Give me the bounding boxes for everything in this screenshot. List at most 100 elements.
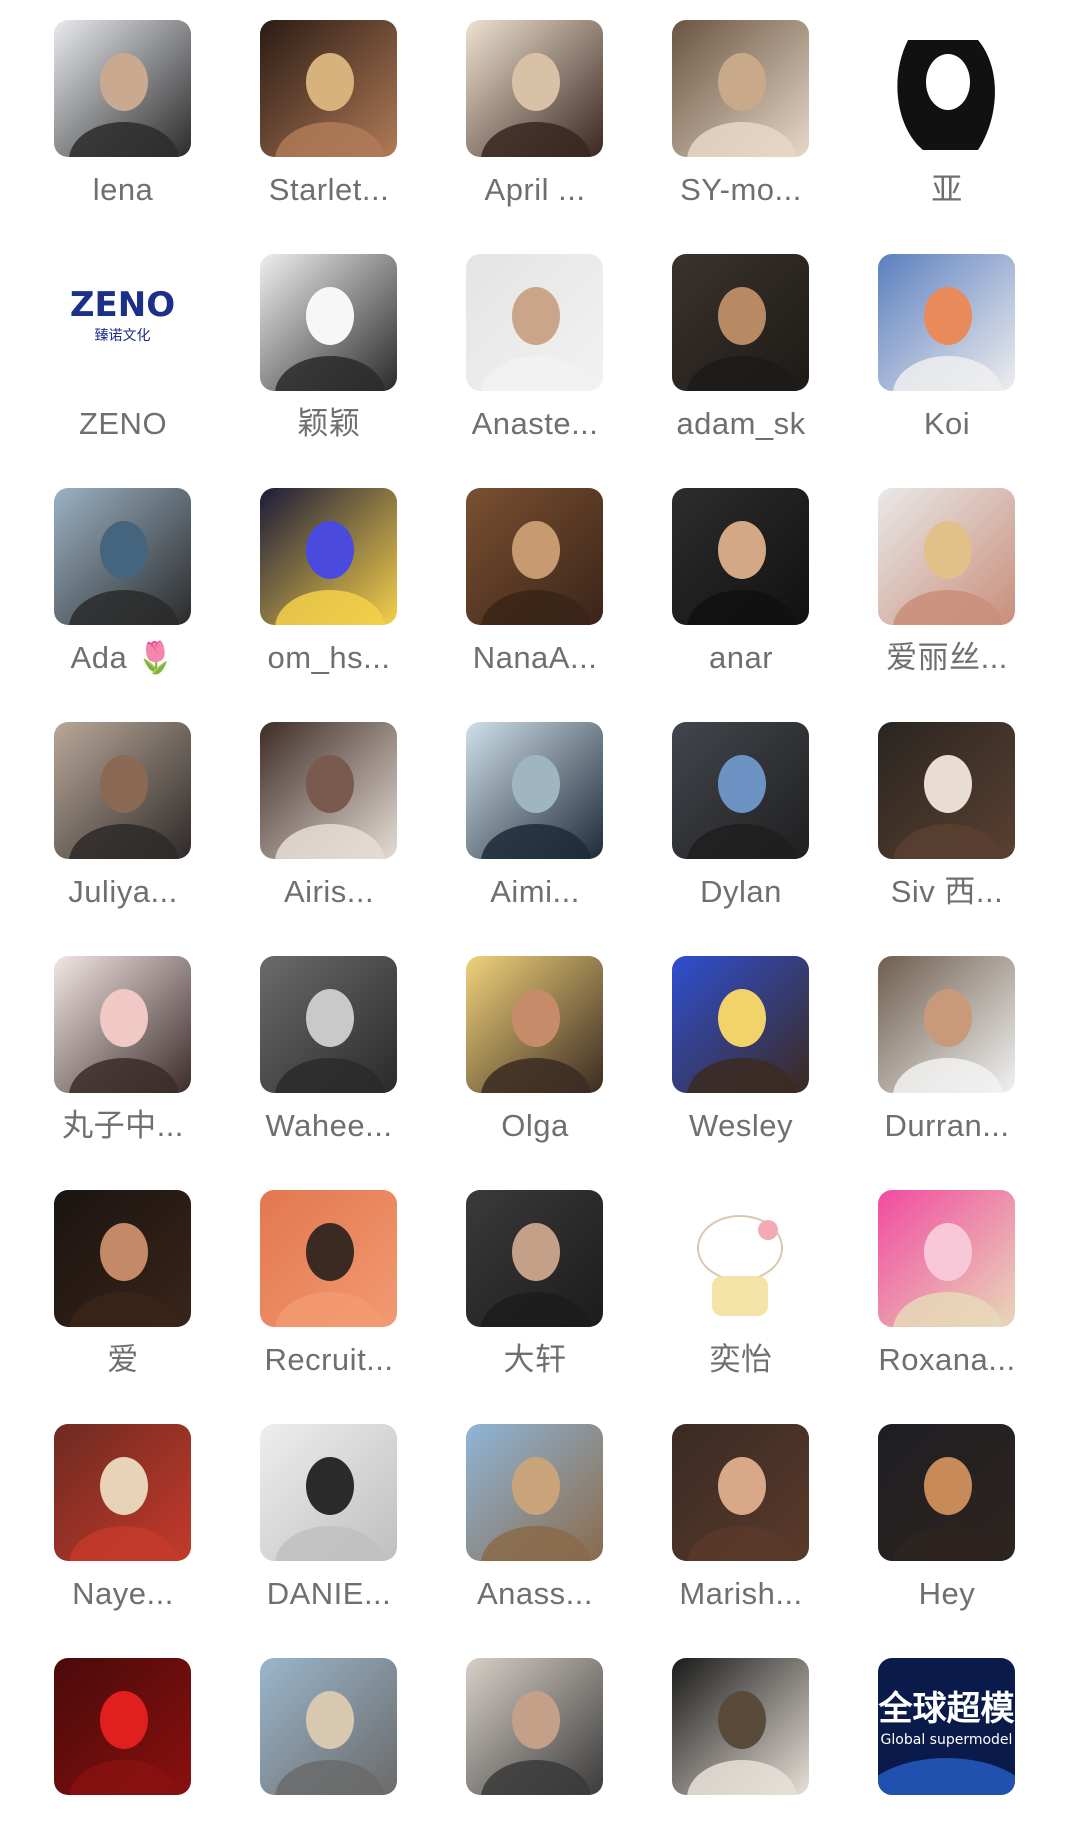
avatar[interactable] bbox=[54, 1424, 191, 1561]
avatar[interactable] bbox=[466, 1658, 603, 1795]
avatar[interactable] bbox=[672, 488, 809, 625]
contact-item[interactable] bbox=[20, 1638, 226, 1838]
avatar[interactable] bbox=[466, 488, 603, 625]
contact-name: Starlet... bbox=[226, 170, 432, 210]
avatar[interactable] bbox=[466, 254, 603, 391]
contact-item[interactable]: Airis... bbox=[226, 702, 432, 909]
contact-name-text: Aimi... bbox=[490, 874, 580, 909]
contact-item[interactable]: Siv 西... bbox=[844, 702, 1050, 909]
contact-item[interactable]: anar bbox=[638, 468, 844, 675]
contact-item[interactable]: ZENO 臻诺文化 ZENO bbox=[20, 234, 226, 441]
contact-item[interactable]: adam_sk bbox=[638, 234, 844, 441]
avatar[interactable] bbox=[878, 1424, 1015, 1561]
avatar[interactable] bbox=[466, 722, 603, 859]
contact-item[interactable]: Starlet... bbox=[226, 0, 432, 207]
avatar[interactable] bbox=[54, 1190, 191, 1327]
avatar[interactable] bbox=[260, 1424, 397, 1561]
avatar[interactable] bbox=[466, 20, 603, 157]
contact-name-text: DANIE... bbox=[266, 1576, 392, 1611]
avatar[interactable] bbox=[672, 254, 809, 391]
contact-item[interactable]: Ada 🌷 bbox=[20, 468, 226, 675]
contact-item[interactable]: Olga bbox=[432, 936, 638, 1143]
contact-name: Dylan bbox=[638, 872, 844, 912]
avatar[interactable] bbox=[672, 956, 809, 1093]
contact-item[interactable]: Roxana... bbox=[844, 1170, 1050, 1377]
contact-name-text: adam_sk bbox=[676, 406, 806, 441]
contact-name-text: Naye... bbox=[72, 1576, 174, 1611]
avatar[interactable] bbox=[260, 956, 397, 1093]
avatar[interactable] bbox=[54, 956, 191, 1093]
contact-item[interactable]: Recruit... bbox=[226, 1170, 432, 1377]
avatar[interactable] bbox=[260, 488, 397, 625]
contact-name-text: Starlet... bbox=[268, 172, 390, 207]
contact-name-text: Wesley bbox=[688, 1108, 794, 1143]
contact-item[interactable]: DANIE... bbox=[226, 1404, 432, 1611]
avatar[interactable] bbox=[54, 20, 191, 157]
avatar[interactable] bbox=[54, 488, 191, 625]
contact-name-text: Juliya... bbox=[68, 874, 178, 909]
avatar[interactable] bbox=[672, 20, 809, 157]
contact-name-text: 爱 bbox=[107, 1342, 139, 1377]
avatar[interactable] bbox=[672, 1424, 809, 1561]
contact-item[interactable]: SY-mo... bbox=[638, 0, 844, 207]
contact-item[interactable]: 奕怡 bbox=[638, 1170, 844, 1377]
contact-item[interactable]: Marish... bbox=[638, 1404, 844, 1611]
avatar[interactable]: 全球超模 Global supermodel bbox=[878, 1658, 1015, 1795]
contact-item[interactable]: Juliya... bbox=[20, 702, 226, 909]
avatar[interactable] bbox=[878, 20, 1015, 157]
contact-name-text: om_hs... bbox=[267, 640, 391, 675]
contact-item[interactable] bbox=[226, 1638, 432, 1838]
contact-name-text: Recruit... bbox=[264, 1342, 394, 1377]
contact-item[interactable]: Aimi... bbox=[432, 702, 638, 909]
contact-item[interactable]: 丸子中... bbox=[20, 936, 226, 1143]
avatar[interactable] bbox=[466, 956, 603, 1093]
avatar[interactable] bbox=[672, 722, 809, 859]
contact-item[interactable]: 亚 bbox=[844, 0, 1050, 207]
avatar[interactable] bbox=[54, 1658, 191, 1795]
contact-name-text: 亚 bbox=[931, 172, 963, 207]
avatar[interactable] bbox=[54, 722, 191, 859]
avatar[interactable] bbox=[260, 20, 397, 157]
contact-name-text: Airis... bbox=[283, 874, 375, 909]
contact-item[interactable]: Durran... bbox=[844, 936, 1050, 1143]
contact-item[interactable]: Anaste... bbox=[432, 234, 638, 441]
contact-name-text: Anaste... bbox=[471, 406, 599, 441]
contact-item[interactable]: Dylan bbox=[638, 702, 844, 909]
avatar[interactable] bbox=[878, 956, 1015, 1093]
avatar[interactable] bbox=[260, 254, 397, 391]
logo-subtext: Global supermodel bbox=[881, 1732, 1013, 1748]
avatar[interactable] bbox=[878, 722, 1015, 859]
contact-item[interactable]: 颖颖 bbox=[226, 234, 432, 441]
contact-item[interactable]: NanaA... bbox=[432, 468, 638, 675]
contact-item[interactable]: Wahee... bbox=[226, 936, 432, 1143]
contact-item[interactable]: Anass... bbox=[432, 1404, 638, 1611]
avatar[interactable] bbox=[878, 1190, 1015, 1327]
contact-item[interactable]: 大轩 bbox=[432, 1170, 638, 1377]
contact-item[interactable]: om_hs... bbox=[226, 468, 432, 675]
contact-name: SY-mo... bbox=[638, 170, 844, 210]
contact-item[interactable]: lena bbox=[20, 0, 226, 207]
avatar[interactable] bbox=[466, 1424, 603, 1561]
avatar[interactable] bbox=[878, 254, 1015, 391]
contact-item[interactable]: Hey bbox=[844, 1404, 1050, 1611]
avatar[interactable] bbox=[878, 488, 1015, 625]
avatar[interactable] bbox=[672, 1658, 809, 1795]
avatar[interactable] bbox=[260, 1190, 397, 1327]
contact-name: April ... bbox=[432, 170, 638, 210]
contact-item[interactable]: April ... bbox=[432, 0, 638, 207]
contact-item[interactable]: 爱 bbox=[20, 1170, 226, 1377]
contact-item[interactable]: Wesley bbox=[638, 936, 844, 1143]
contact-item[interactable] bbox=[432, 1638, 638, 1838]
contact-item[interactable]: 全球超模 Global supermodel bbox=[844, 1638, 1050, 1838]
contact-name: Naye... bbox=[20, 1574, 226, 1614]
avatar[interactable] bbox=[466, 1190, 603, 1327]
contact-item[interactable]: Naye... bbox=[20, 1404, 226, 1611]
contact-item[interactable] bbox=[638, 1638, 844, 1838]
contact-item[interactable]: 爱丽丝... bbox=[844, 468, 1050, 675]
avatar[interactable] bbox=[672, 1190, 809, 1327]
contact-item[interactable]: Koi bbox=[844, 234, 1050, 441]
avatar[interactable] bbox=[260, 722, 397, 859]
avatar[interactable]: ZENO 臻诺文化 bbox=[54, 254, 191, 391]
avatar[interactable] bbox=[260, 1658, 397, 1795]
contact-name-text: Hey bbox=[918, 1576, 976, 1611]
